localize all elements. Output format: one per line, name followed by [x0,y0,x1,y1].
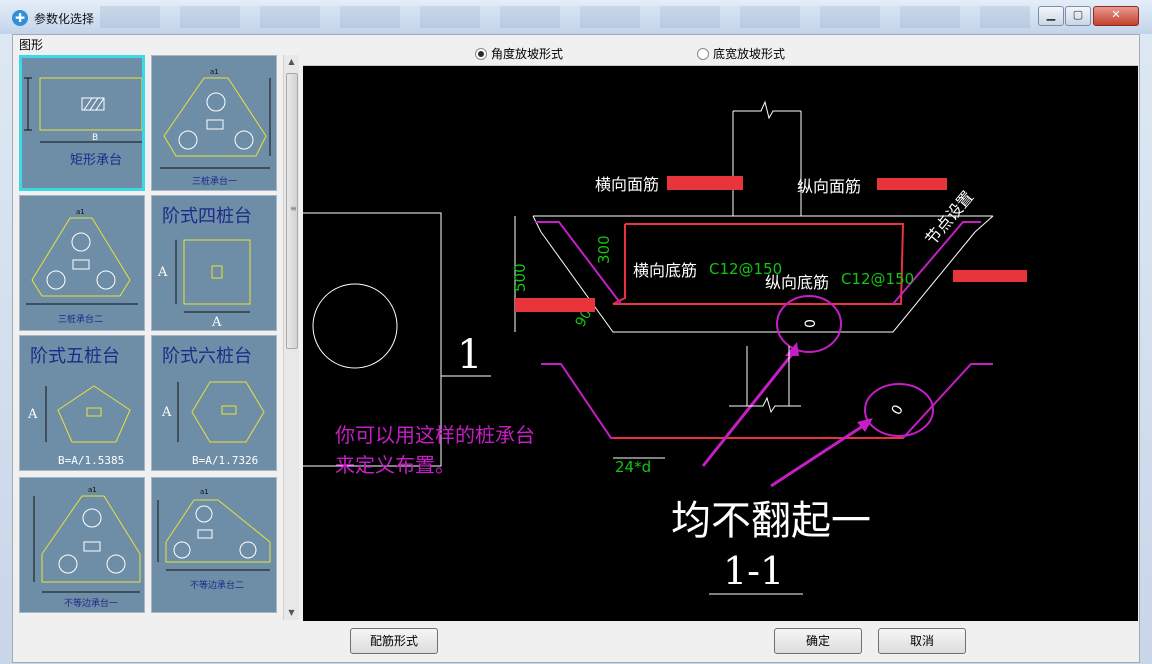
thumb-dim-text: a1 [76,208,85,216]
scroll-thumb[interactable]: ≡ [286,73,298,349]
dialog-client: 图形 B 矩形承台 a1 三桩承台一 a1 三桩承台二 阶式四桩台 A A 阶式… [12,34,1140,623]
thumbnail-stepped-four-pile[interactable]: 阶式四桩台 A A [151,195,277,331]
angle-slope-radio[interactable]: 角度放坡形式 [475,45,563,62]
close-button[interactable]: ✕ [1093,6,1139,26]
ok-button[interactable]: 确定 [774,628,862,654]
dialog-footer: 配筋形式 确定 取消 [12,622,1140,663]
transverse-top-label: 横向面筋 [595,175,659,194]
thumbnail-three-pile-cap-2[interactable]: a1 三桩承台二 [19,195,145,331]
thumbnail-scrollbar[interactable]: ▲ ≡ ▼ [283,55,299,620]
hint-line-2: 来定义布置。 [335,453,455,477]
title-bar[interactable]: ✚ 参数化选择 ▁ ▢ ✕ [0,0,1152,34]
shape-thumbnail-list: B 矩形承台 a1 三桩承台一 a1 三桩承台二 阶式四桩台 A A 阶式五桩台… [19,55,281,620]
radio-unchecked-icon [697,47,709,60]
column-break [733,100,801,120]
cancel-button[interactable]: 取消 [878,628,966,654]
longitudinal-bottom-label: 纵向底筋 [765,273,829,292]
thumbnail-stepped-six-pile[interactable]: 阶式六桩台 A B=A/1.7326 [151,335,277,471]
angle-slope-label: 角度放坡形式 [491,47,564,61]
thumb-dim-text: A [27,407,38,422]
panel-label: 图形 [19,38,44,52]
thumbnail-caption: 矩形承台 [70,153,122,168]
cad-app-icon: ✚ [12,10,28,26]
section-mark-text: 1 [457,332,482,378]
arrow-line-1 [701,347,799,467]
thumb-dim-text: A [161,405,172,420]
redacted-spec-2 [877,178,947,190]
arrow-line-2 [770,420,870,488]
scroll-up-icon[interactable]: ▲ [284,55,299,69]
pile-circle [312,283,398,369]
maximize-button[interactable]: ▢ [1065,6,1091,26]
window-title: 参数化选择 [34,12,95,26]
thumb-formula: B=A/1.7326 [192,454,258,467]
thumbnail-rect-cap[interactable]: B 矩形承台 [19,55,145,191]
thumbnail-stepped-five-pile[interactable]: 阶式五桩台 A B=A/1.5385 [19,335,145,471]
dim-300-text: 300 [595,235,613,264]
note-text: 均不翻起一 [671,498,871,544]
redacted-spec-3 [515,298,595,312]
width-slope-radio[interactable]: 底宽放坡形式 [697,45,785,62]
thumb-dim-text: a1 [210,68,219,76]
radio-checked-icon [475,47,487,60]
thumbnail-caption: 阶式五桩台 [30,346,120,367]
dim-24d-text: 24*d [615,458,651,476]
section-drawing-canvas: 1 500 300 90 24*d 横向面筋 纵向面筋 节点设置 横向底筋 C1… [303,66,1138,621]
background-toolbar [100,6,1030,28]
width-slope-label: 底宽放坡形式 [713,47,786,61]
thumbnail-caption: 阶式四桩台 [162,206,252,227]
thumb-dim-text: a1 [200,488,209,496]
thumbnail-caption: 三桩承台一 [192,175,237,187]
redacted-spec-4 [953,270,1027,282]
thumb-dim-text: A [157,265,168,280]
dialog-window: ✚ 参数化选择 ▁ ▢ ✕ 图形 B 矩形承台 a1 三桩承台一 a1 三桩承台… [0,0,1152,664]
section-title: 1-1 [723,549,784,593]
thumbnail-unequal-cap-2[interactable]: a1 不等边承台二 [151,477,277,613]
thumbnail-three-pile-cap-1[interactable]: a1 三桩承台一 [151,55,277,191]
thumb-dim-text: a1 [88,486,97,494]
thumb-dim-text: B [92,133,98,143]
thumbnail-caption: 不等边承台一 [64,597,118,609]
redacted-spec-1 [667,176,743,190]
shape-panel: 图形 B 矩形承台 a1 三桩承台一 a1 三桩承台二 阶式四桩台 A A 阶式… [13,35,301,622]
longitudinal-bottom-spec: C12@150 [841,270,914,288]
transverse-bottom-label: 横向底筋 [633,261,697,280]
thumbnail-caption: 阶式六桩台 [162,346,252,367]
zero-b-text: 0 [889,402,907,418]
thumbnail-caption: 不等边承台二 [190,579,244,591]
rebar-form-button[interactable]: 配筋形式 [350,628,438,654]
thumbnail-caption: 三桩承台二 [58,313,103,325]
grip-icon: ≡ [290,204,297,213]
hint-line-1: 你可以用这样的桩承台 [335,423,535,447]
slope-option-bar: 角度放坡形式 底宽放坡形式 [303,35,1138,66]
thumbnail-unequal-cap-1[interactable]: a1 不等边承台一 [19,477,145,613]
thumb-dim-text: A [211,315,222,330]
zero-a-text: 0 [803,319,819,328]
scroll-down-icon[interactable]: ▼ [284,606,299,620]
longitudinal-top-label: 纵向面筋 [797,177,861,196]
thumb-formula: B=A/1.5385 [58,454,124,467]
dim-500-text: 500 [511,263,529,292]
minimize-button[interactable]: ▁ [1038,6,1064,26]
